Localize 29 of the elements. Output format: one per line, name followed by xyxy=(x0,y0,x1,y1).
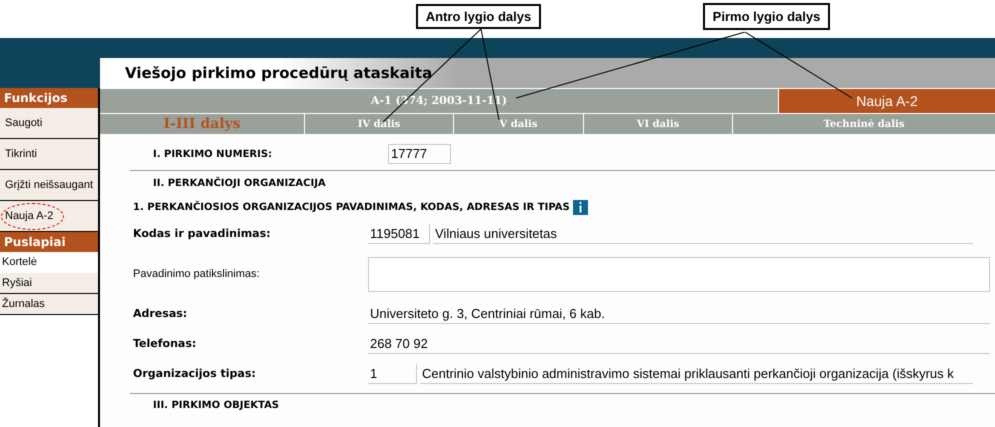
sidebar-item[interactable]: Žurnalas xyxy=(0,294,98,315)
sidebar-item[interactable]: Saugoti xyxy=(0,108,98,139)
sidebar-item[interactable]: Grįžti neišsaugant xyxy=(0,170,98,201)
top-tab[interactable]: Nauja A-2 xyxy=(778,89,995,113)
sidebar-header: Puslapiai xyxy=(0,232,98,252)
section-heading: III. PIRKIMO OBJEKTAS xyxy=(153,398,280,412)
field-label: Telefonas: xyxy=(133,336,198,352)
code-field[interactable]: 1 xyxy=(368,364,417,384)
field-label: Organizacijos tipas: xyxy=(133,366,257,382)
callout-label: Antro lygio dalys xyxy=(416,4,541,29)
text-field[interactable]: Universiteto g. 3, Centriniai rūmai, 6 kab. xyxy=(368,304,990,324)
sidebar-item[interactable]: Nauja A-2 xyxy=(0,201,98,232)
name-field[interactable]: Centrinio valstybinio administravimo sistemai priklausanti perkančioji organizacija (išskyrus k xyxy=(420,364,973,384)
section-heading: I. PIRKIMO NUMERIS: xyxy=(153,148,274,162)
section-heading: II. PERKANČIOJI ORGANIZACIJA xyxy=(153,176,326,190)
field-label: Pavadinimo patikslinimas: xyxy=(133,266,261,282)
info-icon[interactable] xyxy=(572,200,588,214)
text-field[interactable]: 268 70 92 xyxy=(368,334,990,354)
highlight-ellipse xyxy=(1,203,64,230)
field-label: Adresas: xyxy=(133,306,188,322)
number-field[interactable]: 17777 xyxy=(388,144,451,164)
subsection-heading: 1. PERKANČIOSIOS ORGANIZACIJOS PAVADINIMAS, KODAS, ADRESAS IR TIPAS xyxy=(133,200,570,214)
name-field[interactable]: Vilniaus universitetas xyxy=(433,224,973,244)
sidebar-header: Funkcijos xyxy=(0,88,98,108)
code-field[interactable]: 1195081 xyxy=(368,224,430,244)
callout-label: Pirmo lygio dalys xyxy=(703,3,830,30)
field-label: Kodas ir pavadinimas: xyxy=(133,226,272,242)
sidebar-item[interactable]: Ryšiai xyxy=(0,273,98,294)
sidebar-item[interactable]: Tikrinti xyxy=(0,139,98,170)
